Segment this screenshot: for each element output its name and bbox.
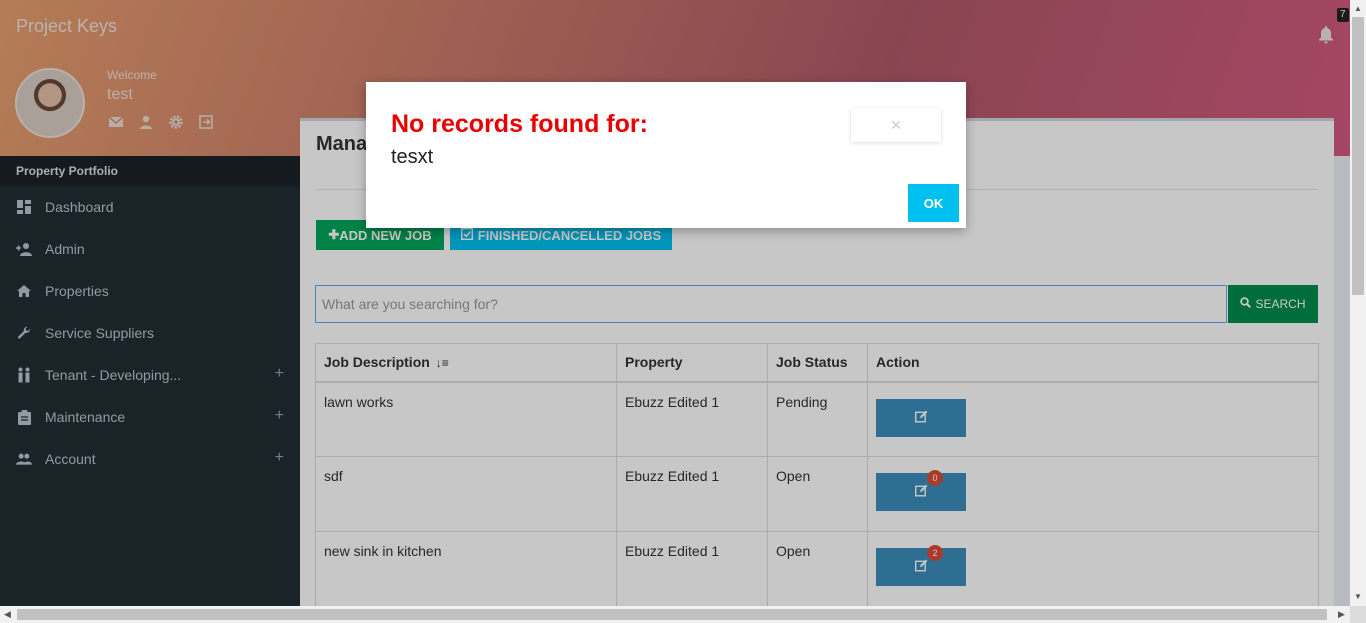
scroll-right-arrow-icon[interactable]: ▶ (1338, 609, 1345, 620)
horizontal-scroll-thumb[interactable] (17, 609, 1327, 620)
horizontal-scrollbar[interactable]: ◀ ▶ (0, 606, 1350, 623)
close-button[interactable]: × (851, 108, 941, 142)
dialog-title: No records found for: (391, 110, 648, 138)
scroll-left-arrow-icon[interactable]: ◀ (4, 609, 11, 620)
vertical-scroll-thumb[interactable] (1352, 17, 1364, 295)
scroll-up-arrow-icon[interactable]: ▲ (1354, 4, 1362, 13)
scrollbar-corner (1350, 606, 1366, 623)
ok-button[interactable]: OK (908, 184, 959, 222)
scroll-down-arrow-icon[interactable]: ▼ (1354, 592, 1362, 601)
vertical-scrollbar[interactable]: ▲ ▼ (1350, 0, 1366, 606)
alert-dialog: No records found for: tesxt × OK (366, 82, 966, 228)
dialog-message: tesxt (391, 146, 434, 168)
close-icon: × (890, 114, 902, 135)
